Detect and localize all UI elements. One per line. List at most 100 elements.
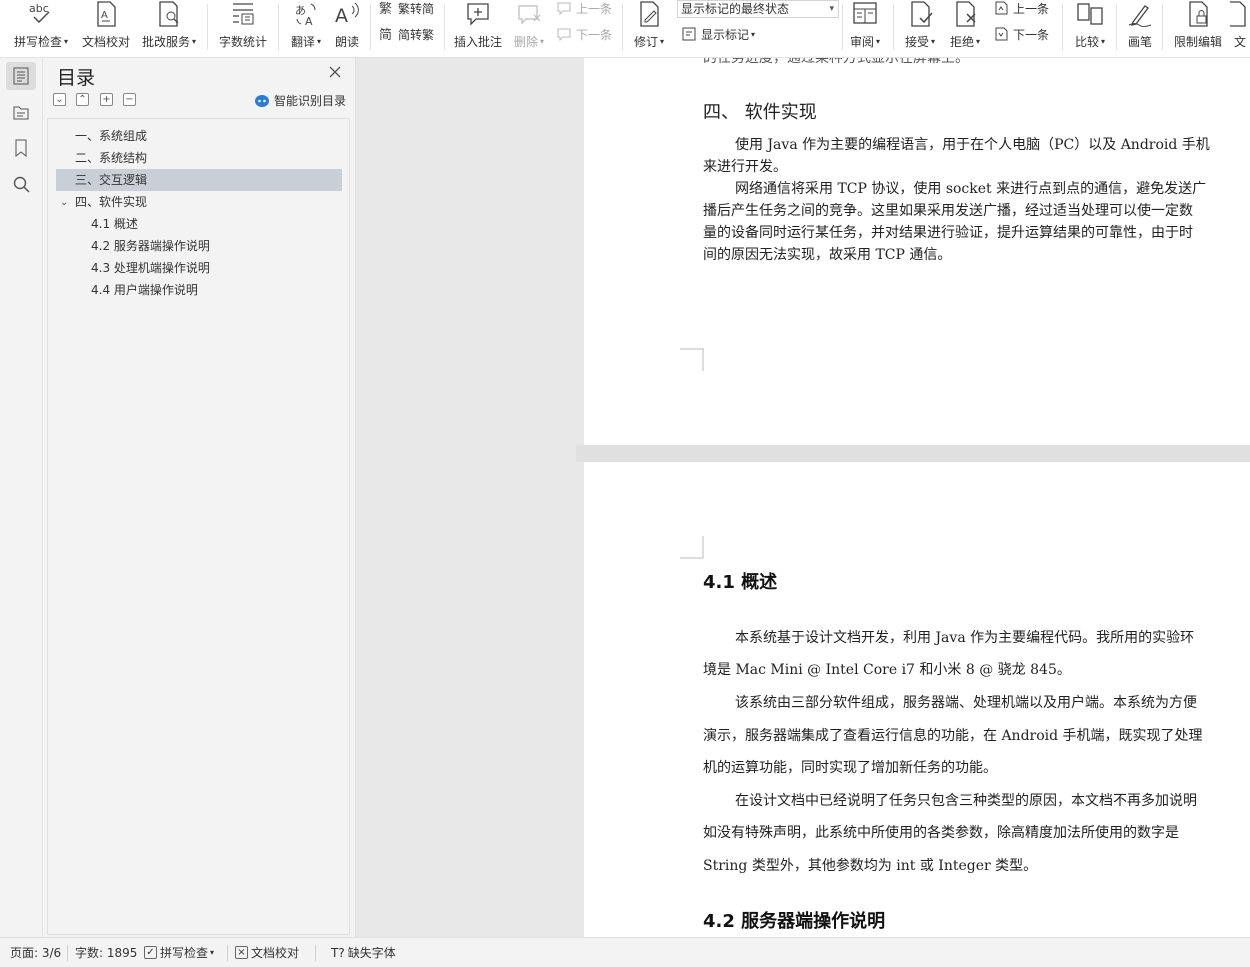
trad-to-simp-button[interactable]: 繁 繁转简 [378,0,434,18]
body-text: 播后产生任务之间的竞争。这里如果采用发送广播，经过适当处理可以使一定数 [703,203,1193,219]
translate-icon: あA [291,0,321,28]
document-page[interactable]: 4.1 概述 本系统基于设计文档开发，利用 Java 作为主要编程代码。我所用的… [584,462,1250,937]
body-text: 来进行开发。 [703,159,787,175]
collapse-all-icon[interactable]: ⌃ [76,93,89,106]
left-icon-rail [0,58,43,937]
outline-icon [13,106,29,120]
prev-change-icon [993,0,1009,16]
compare-button[interactable]: 比较 [1070,0,1110,56]
toc-panel-button[interactable] [6,62,36,90]
outline-panel-button[interactable] [6,98,36,126]
bookmark-icon [15,139,27,157]
toc-item-4-2[interactable]: 4.2 服务器端操作说明 [48,235,343,257]
read-aloud-button[interactable]: A 朗读 [330,0,364,56]
ribbon-separator [207,4,208,50]
toc-item-4[interactable]: 四、软件实现 [48,191,343,213]
navigation-pane: 目录 ⌄ ⌃ + − 智能识别目录 一、系统组成 二、系统结构 三、交互逻辑 ⌄… [43,58,356,937]
document-page[interactable]: 的任务进度，通过某种方式显示在屏幕上。 四、 软件实现 使用 Java 作为主要… [584,58,1250,445]
body-text: 量的设备同时运行某任务，并对结果进行验证，提升运算结果的可靠性，由于时 [703,225,1193,241]
font-warning-icon: T? [331,945,345,960]
section-heading: 四、 软件实现 [703,102,817,123]
subsection-heading: 4.1 概述 [703,572,778,593]
word-count-indicator[interactable]: 字数: 1895 [75,944,137,961]
toc-item-4-3[interactable]: 4.3 处理机端操作说明 [48,257,343,279]
expand-all-icon[interactable]: ⌄ [53,93,66,106]
body-text: 境是 Mac Mini @ Intel Core i7 和小米 8 @ 骁龙 8… [703,662,1071,678]
restrict-edit-button[interactable]: 限制编辑 [1170,0,1226,56]
simp-trad-icon: 简 [378,26,394,42]
accept-icon [905,0,935,28]
body-text: 该系统由三部分软件组成，服务器端、处理机端以及用户端。本系统为方便 [735,695,1197,711]
show-markup-button[interactable]: 显示标记 [681,24,755,44]
next-comment-button[interactable]: 下一条 [556,24,612,44]
toc-item-4-4[interactable]: 4.4 用户端操作说明 [48,279,343,301]
bookmark-panel-button[interactable] [6,134,36,162]
doc-proofread-button[interactable]: A 文档校对 [80,0,132,56]
body-text: 演示，服务器端集成了查看运行信息的功能，在 Android 手机端，既实现了处理 [703,728,1203,744]
toc-item-4-1[interactable]: 4.1 概述 [48,213,343,235]
svg-text:A: A [305,15,313,28]
status-doc-proofread[interactable]: × 文档校对 [235,944,299,961]
prev-change-button[interactable]: 上一条 [993,0,1049,18]
status-spell-check[interactable]: ✓ 拼写检查 [144,944,214,961]
proofread-box-icon: × [235,946,248,959]
smart-toc-button[interactable]: 智能识别目录 [254,92,346,109]
accept-button[interactable]: 接受 [900,0,940,56]
toc-icon [13,67,29,85]
svg-text:繁: 繁 [379,1,392,16]
svg-text:A: A [335,5,348,27]
word-count-button[interactable]: 字数统计 [216,0,270,56]
add-heading-icon[interactable]: + [100,93,113,106]
trad-simp-icon: 繁 [378,0,394,16]
body-text: 本系统基于设计文档开发，利用 Java 作为主要编程代码。我所用的实验环 [735,630,1195,646]
review-pane-icon [850,0,880,28]
document-canvas[interactable]: 的任务进度，通过某种方式显示在屏幕上。 四、 软件实现 使用 Java 作为主要… [356,58,1250,937]
toc-item-1[interactable]: 一、系统组成 [48,125,343,147]
next-change-button[interactable]: 下一条 [993,24,1049,44]
word-count-icon [228,0,258,28]
track-changes-icon [634,0,664,28]
ribbon-separator [622,4,623,50]
ribbon-separator [1116,4,1117,50]
ribbon-toolbar: abc 拼写检查 A 文档校对 批改服务 字数统计 あA 翻译 A 朗读 [0,0,1250,58]
page-indicator[interactable]: 页面: 3/6 [10,944,61,961]
ribbon-separator [278,4,279,50]
translate-button[interactable]: あA 翻译 [286,0,326,56]
review-pane-button[interactable]: 审阅 [846,0,884,56]
status-bar: 页面: 3/6 字数: 1895 ✓ 拼写检查 × 文档校对 T? 缺失字体 [0,937,1250,967]
status-separator [227,945,228,961]
spell-check-button[interactable]: abc 拼写检查 [10,0,72,56]
status-separator [315,945,316,961]
toc-item-3[interactable]: 三、交互逻辑 [56,169,342,191]
reject-icon [950,0,980,28]
prev-comment-button[interactable]: 上一条 [556,0,612,18]
track-changes-button[interactable]: 修订 [630,0,668,56]
checkbox-icon: ✓ [144,946,157,959]
close-icon[interactable] [328,65,342,79]
doc-proofread-icon: A [91,0,121,28]
simp-to-trad-button[interactable]: 简 简转繁 [378,24,434,44]
review-service-button[interactable]: 批改服务 [138,0,200,56]
delete-comment-button[interactable]: 删除 [510,0,548,56]
doc-more-button[interactable]: 文 [1230,0,1250,56]
ink-button[interactable]: 画笔 [1122,0,1158,56]
missing-font-indicator[interactable]: T? 缺失字体 [331,944,396,961]
ribbon-separator [444,4,445,50]
markup-display-select[interactable]: 显示标记的最终状态 [677,0,839,18]
page-corner-mark [680,348,704,371]
lock-doc-icon [1183,0,1213,28]
show-markup-icon [681,26,697,42]
search-panel-button[interactable] [6,170,36,198]
svg-text:A: A [101,10,108,21]
reject-button[interactable]: 拒绝 [945,0,985,56]
spell-check-icon: abc [26,0,56,28]
review-service-icon [154,0,184,28]
comment-delete-icon [514,0,544,28]
prev-comment-icon [556,0,572,16]
status-separator [67,945,68,961]
insert-comment-button[interactable]: 插入批注 [451,0,505,56]
remove-heading-icon[interactable]: − [123,93,136,106]
toc-item-2[interactable]: 二、系统结构 [48,147,343,169]
toc-list: 一、系统组成 二、系统结构 三、交互逻辑 ⌄ 四、软件实现 4.1 概述 4.2… [47,118,350,935]
nav-title: 目录 [57,67,96,89]
